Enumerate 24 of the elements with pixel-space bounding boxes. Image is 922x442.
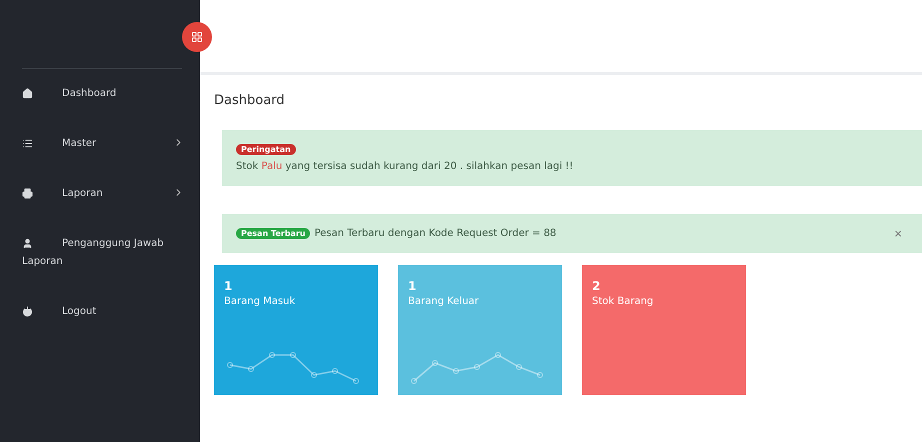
power-icon xyxy=(22,306,33,317)
menu-toggle-button[interactable] xyxy=(182,22,212,52)
card-count: 2 xyxy=(592,279,602,293)
alert-badge: Pesan Terbaru xyxy=(236,228,310,239)
alert-text: Stok Palu yang tersisa sudah kurang dari 20 . silahkan pesan lagi !! xyxy=(236,161,574,172)
house-icon xyxy=(22,88,33,99)
alert-badge: Peringatan xyxy=(236,144,296,155)
user-icon xyxy=(22,238,33,249)
sidebar-item[interactable]: Logout xyxy=(0,297,200,327)
sidebar-item[interactable]: Dashboard xyxy=(0,79,200,109)
card-label: Barang Keluar xyxy=(408,296,480,307)
grid-icon xyxy=(191,31,203,43)
card-label: Stok Barang xyxy=(592,296,654,307)
card-count: 1 xyxy=(408,279,418,293)
sidebar-item[interactable]: Laporan xyxy=(0,179,200,209)
printer-icon xyxy=(22,188,33,199)
close-button[interactable]: × xyxy=(888,226,908,241)
list-icon xyxy=(22,138,33,149)
alert-text: Pesan Terbaru dengan Kode Request Order = 88 xyxy=(314,228,556,239)
card-label: Barang Masuk xyxy=(224,296,296,307)
page-title: Dashboard xyxy=(214,93,286,108)
sidebar-item[interactable]: Penganggung Jawab Laporan xyxy=(0,229,200,277)
sidebar-item[interactable]: Master xyxy=(0,129,200,159)
card-count: 1 xyxy=(224,279,234,293)
